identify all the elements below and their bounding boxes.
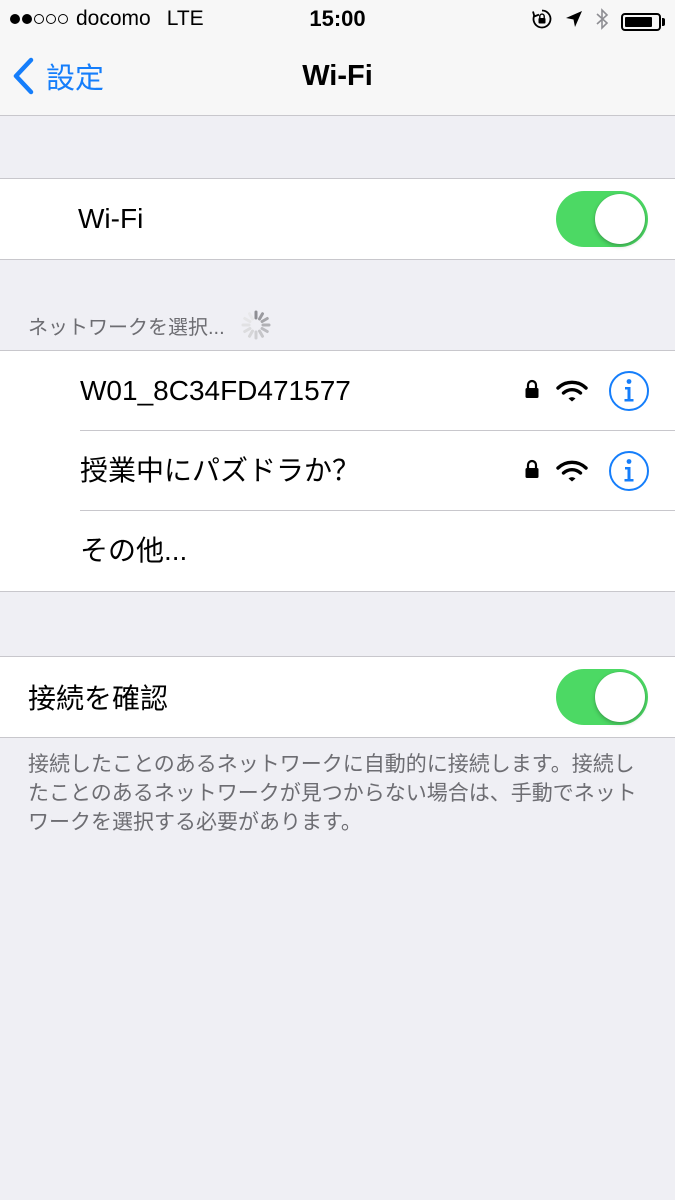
network-section-header: ネットワークを選択... (28, 308, 273, 342)
network-list: W01_8C34FD471577 授業中にパズドラか？ その他... (0, 350, 675, 592)
other-network-row[interactable]: その他... (0, 511, 675, 591)
network-row[interactable]: 授業中にパズドラか？ (0, 431, 675, 511)
network-name: 授業中にパズドラか？ (80, 455, 361, 486)
battery-tip (662, 17, 665, 26)
loading-spinner-icon (241, 310, 271, 340)
toggle-knob (595, 672, 645, 722)
status-bar: docomo LTE 15:00 (0, 0, 675, 38)
wifi-toggle-group: Wi-Fi (0, 178, 675, 260)
wifi-toggle-row: Wi-Fi (0, 179, 675, 259)
ask-to-join-label: 接続を確認 (28, 683, 169, 714)
wifi-signal-icon (556, 460, 588, 482)
rotation-lock-icon (531, 8, 553, 35)
ask-to-join-toggle[interactable] (556, 669, 648, 725)
wifi-signal-icon (556, 380, 588, 402)
status-right (531, 8, 665, 35)
navigation-bar: 設定 Wi-Fi (0, 38, 675, 116)
wifi-toggle-label: Wi-Fi (78, 203, 144, 234)
info-icon (609, 371, 649, 411)
network-row[interactable]: W01_8C34FD471577 (0, 351, 675, 431)
battery-fill (625, 16, 653, 27)
ask-to-join-row: 接続を確認 (0, 657, 675, 737)
page-title: Wi-Fi (302, 60, 373, 92)
ask-to-join-group: 接続を確認 (0, 656, 675, 738)
info-icon (609, 451, 649, 491)
wifi-toggle[interactable] (556, 191, 648, 247)
lock-icon (525, 459, 539, 478)
battery-body (621, 12, 661, 31)
other-network-label: その他... (80, 535, 188, 566)
ask-to-join-footer: 接続したことのあるネットワークに自動的に接続します。接続したことのあるネットワー… (28, 753, 637, 834)
battery-icon (621, 12, 665, 31)
location-arrow-icon (565, 10, 583, 33)
toggle-knob (595, 194, 645, 244)
lock-icon (525, 379, 539, 398)
bluetooth-icon (595, 8, 609, 35)
network-name: W01_8C34FD471577 (80, 375, 351, 406)
choose-network-label: ネットワークを選択... (28, 316, 225, 339)
